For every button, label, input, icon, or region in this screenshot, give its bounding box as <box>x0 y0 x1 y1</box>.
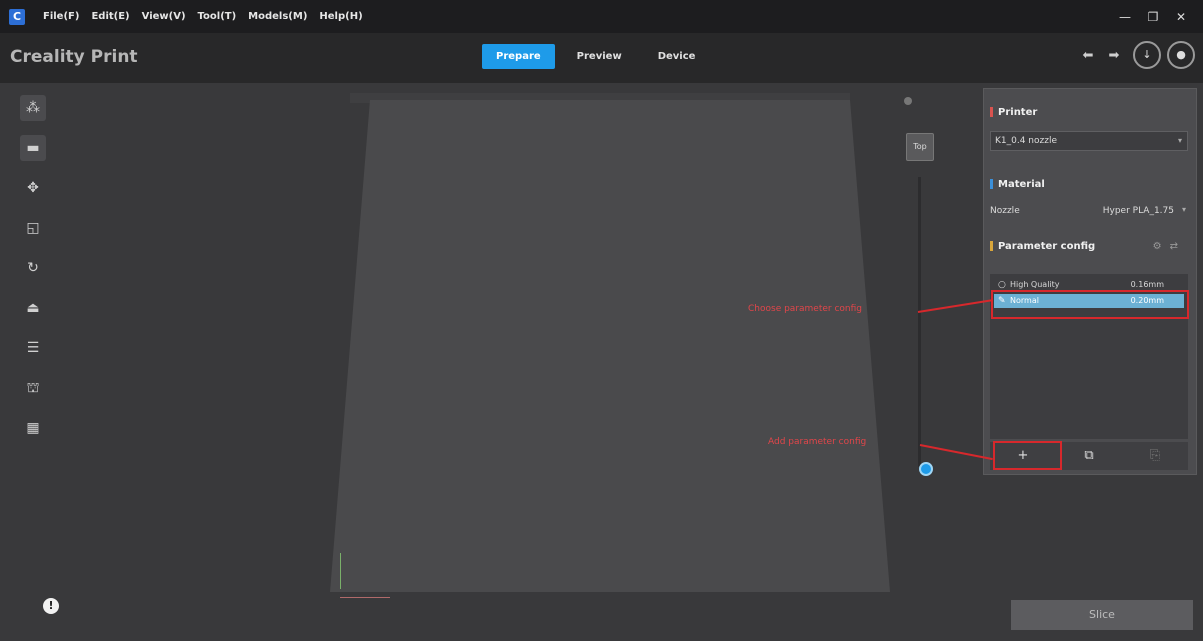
printer-select[interactable]: K1_0.4 nozzle ▾ <box>990 131 1188 151</box>
layer-slider: Top <box>904 97 944 477</box>
x-axis-indicator <box>340 597 390 598</box>
lay-flat-icon[interactable]: ⏏ <box>20 295 46 321</box>
menu-file[interactable]: File(F) <box>43 11 79 22</box>
maximize-button[interactable]: ❐ <box>1139 10 1167 24</box>
redo-icon[interactable]: ➡ <box>1101 48 1127 63</box>
open-folder-icon[interactable]: ▬ <box>20 135 46 161</box>
menu-view[interactable]: View(V) <box>142 11 186 22</box>
delete-parameter-button[interactable]: ⎘ <box>1122 442 1188 470</box>
rotate-icon[interactable]: ↻ <box>20 255 46 281</box>
build-plate[interactable] <box>330 100 890 592</box>
menu-help[interactable]: Help(H) <box>319 11 362 22</box>
mirror-icon[interactable]: ☰ <box>20 335 46 361</box>
slider-top-handle[interactable]: Top <box>906 133 934 161</box>
scale-icon[interactable]: ◱ <box>20 215 46 241</box>
tab-prepare[interactable]: Prepare <box>482 44 555 69</box>
chevron-down-icon: ▾ <box>1181 205 1186 214</box>
tab-device[interactable]: Device <box>644 44 710 69</box>
parameter-section-title: Parameter config <box>990 241 1095 252</box>
printer-section-title: Printer <box>990 107 1037 118</box>
highlight-normal-row <box>991 290 1189 319</box>
menu-edit[interactable]: Edit(E) <box>91 11 129 22</box>
tab-preview[interactable]: Preview <box>563 44 636 69</box>
info-icon[interactable]: ! <box>43 598 59 614</box>
mode-tabs: Prepare Preview Device <box>482 44 717 69</box>
annotation-add: Add parameter config <box>768 437 867 447</box>
slider-top-dot <box>904 97 912 105</box>
y-axis-indicator <box>340 553 341 589</box>
material-mark-icon <box>990 179 993 189</box>
arrange-icon[interactable]: ▦ <box>20 415 46 441</box>
slider-track[interactable] <box>918 177 921 467</box>
right-panel: Printer K1_0.4 nozzle ▾ Material Nozzle … <box>983 88 1197 475</box>
material-section-title: Material <box>990 179 1045 190</box>
move-icon[interactable]: ✥ <box>20 175 46 201</box>
support-icon[interactable]: ⛫ <box>20 375 46 401</box>
highlight-add-button <box>993 441 1062 470</box>
add-model-icon[interactable]: ⁂ <box>20 95 46 121</box>
user-icon[interactable]: ● <box>1167 41 1195 69</box>
title-bar: Creality Print Prepare Preview Device ⬅ … <box>0 33 1203 83</box>
material-row[interactable]: Nozzle Hyper PLA_1.75 ▾ <box>990 202 1188 222</box>
chevron-down-icon: ▾ <box>1177 136 1182 145</box>
material-label: Nozzle <box>990 206 1020 216</box>
menu-items: File(F) Edit(E) View(V) Tool(T) Models(M… <box>43 11 375 22</box>
material-value: Hyper PLA_1.75 <box>1102 206 1174 216</box>
annotation-edit: Choose parameter config <box>748 304 863 314</box>
menu-models[interactable]: Models(M) <box>248 11 307 22</box>
parameter-tools: ⚙⇄ <box>1153 241 1186 252</box>
settings-icon[interactable]: ⚙ <box>1153 241 1170 252</box>
slice-button[interactable]: Slice <box>1011 600 1193 630</box>
printer-mark-icon <box>990 107 993 117</box>
compare-icon[interactable]: ⇄ <box>1170 241 1186 252</box>
app-title: Creality Print <box>10 47 138 67</box>
left-toolbar: ⁂ ▬ ✥ ◱ ↻ ⏏ ☰ ⛫ ▦ <box>20 95 50 455</box>
minimize-button[interactable]: — <box>1111 10 1139 24</box>
undo-icon[interactable]: ⬅ <box>1075 48 1101 63</box>
download-icon[interactable]: ↓ <box>1133 41 1161 69</box>
window-controls: — ❐ ✕ <box>1111 0 1195 33</box>
printer-select-value: K1_0.4 nozzle <box>995 136 1057 146</box>
menu-tool[interactable]: Tool(T) <box>198 11 237 22</box>
slider-bottom-knob[interactable] <box>919 462 933 476</box>
top-tools: ⬅ ➡ ↓ ● <box>1075 41 1195 69</box>
param-mark-icon <box>990 241 993 251</box>
app-logo-icon: C <box>9 8 25 25</box>
import-parameter-button[interactable]: ⧉ <box>1056 442 1122 470</box>
close-button[interactable]: ✕ <box>1167 10 1195 24</box>
menu-bar: C File(F) Edit(E) View(V) Tool(T) Models… <box>0 0 1203 33</box>
